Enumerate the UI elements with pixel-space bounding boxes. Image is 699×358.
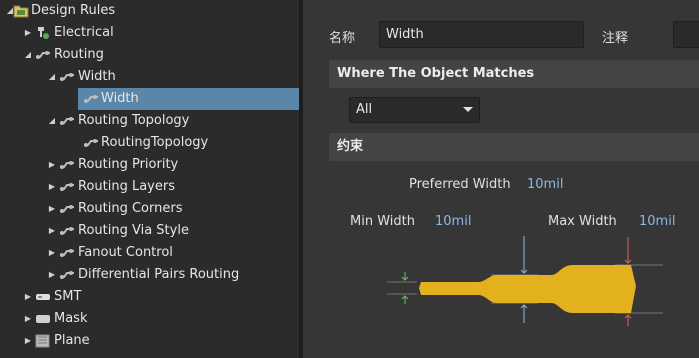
tree-item-label: Routing bbox=[54, 47, 104, 62]
min-top-arrow-icon bbox=[401, 272, 409, 281]
routing-icon bbox=[83, 136, 99, 150]
max-bottom-arrow-icon bbox=[624, 314, 632, 326]
tree-item-label: Mask bbox=[54, 311, 88, 326]
collapsed-arrow-icon[interactable]: ▶ bbox=[22, 286, 34, 308]
width-diagram bbox=[387, 236, 663, 326]
tree-item-label: RoutingTopology bbox=[101, 135, 209, 150]
tree-item-label: SMT bbox=[54, 289, 82, 304]
preferred-width-value[interactable]: 10mil bbox=[527, 177, 563, 192]
tree-item[interactable]: ◢ Design Rules bbox=[0, 0, 299, 22]
tree-item[interactable]: ▶ Routing Layers bbox=[0, 176, 299, 198]
tree-item-label: Fanout Control bbox=[78, 245, 173, 260]
smt-icon bbox=[35, 290, 51, 304]
electrical-icon bbox=[35, 26, 51, 40]
mask-icon bbox=[35, 312, 51, 326]
tree-item-label: Electrical bbox=[54, 25, 114, 40]
tree-item-label: Routing Layers bbox=[78, 179, 175, 194]
width-rule-icon bbox=[83, 92, 99, 106]
routing-icon bbox=[59, 114, 75, 128]
tree-item[interactable]: ▶ Electrical bbox=[0, 22, 299, 44]
tree-item[interactable]: Width bbox=[78, 88, 299, 110]
routing-icon bbox=[59, 224, 75, 238]
folder-rules-icon bbox=[13, 4, 29, 18]
tree-item[interactable]: ▶ Mask bbox=[0, 308, 299, 330]
where-section-header[interactable]: Where The Object Matches bbox=[329, 60, 699, 88]
rules-tree: ◢ Design Rules ▶ Electrical ◢ Routing ◢ Width Wi… bbox=[0, 0, 299, 358]
scope-select[interactable]: All bbox=[349, 97, 480, 123]
tree-item[interactable]: ▶ Differential Pairs Routing bbox=[0, 264, 299, 286]
tree-item-label: Width bbox=[78, 69, 116, 84]
tree-item-label: Routing Topology bbox=[78, 113, 190, 128]
tree-item[interactable]: ▶ Plane bbox=[0, 330, 299, 352]
tree-item[interactable]: ◢ Routing bbox=[0, 44, 299, 66]
collapsed-arrow-icon[interactable]: ▶ bbox=[46, 198, 58, 220]
tree-item[interactable]: ▶ Routing Priority bbox=[0, 154, 299, 176]
tree-item-label: Width bbox=[101, 91, 139, 106]
constraints-section-header[interactable]: 约束 bbox=[329, 133, 699, 161]
scope-select-value: All bbox=[356, 102, 373, 117]
routing-icon bbox=[35, 48, 51, 62]
tree-item[interactable]: ◢ Routing Topology bbox=[0, 110, 299, 132]
tree-item-label: Routing Via Style bbox=[78, 223, 189, 238]
collapsed-arrow-icon[interactable]: ▶ bbox=[22, 330, 34, 352]
tree-item[interactable]: ▶ Routing Corners bbox=[0, 198, 299, 220]
chevron-down-icon bbox=[463, 107, 473, 112]
max-top-arrow-icon bbox=[624, 237, 632, 264]
name-label: 名称 bbox=[329, 31, 356, 46]
collapsed-arrow-icon[interactable]: ▶ bbox=[46, 176, 58, 198]
comment-field[interactable] bbox=[673, 21, 699, 48]
pref-bottom-arrow-icon bbox=[520, 304, 528, 323]
expanded-arrow-icon[interactable]: ◢ bbox=[46, 66, 58, 88]
pref-top-arrow-icon bbox=[520, 236, 528, 274]
routing-icon bbox=[59, 158, 75, 172]
collapsed-arrow-icon[interactable]: ▶ bbox=[46, 242, 58, 264]
tree-item[interactable]: ▶ Fanout Control bbox=[0, 242, 299, 264]
preferred-width-label: Preferred Width bbox=[409, 177, 511, 192]
tree-item-label: Plane bbox=[54, 333, 90, 348]
comment-label: 注释 bbox=[602, 31, 629, 46]
tree-item-label: Design Rules bbox=[31, 3, 116, 18]
tree-item[interactable]: ▶ SMT bbox=[0, 286, 299, 308]
routing-icon bbox=[59, 268, 75, 282]
max-width-label: Max Width bbox=[548, 214, 617, 229]
min-width-label: Min Width bbox=[350, 214, 415, 229]
expanded-arrow-icon[interactable]: ◢ bbox=[46, 110, 58, 132]
plane-icon bbox=[35, 334, 51, 348]
collapsed-arrow-icon[interactable]: ▶ bbox=[46, 220, 58, 242]
collapsed-arrow-icon[interactable]: ▶ bbox=[22, 22, 34, 44]
expanded-arrow-icon[interactable]: ◢ bbox=[22, 44, 34, 66]
tree-item-label: Differential Pairs Routing bbox=[78, 267, 240, 282]
min-bottom-arrow-icon bbox=[401, 295, 409, 304]
collapsed-arrow-icon[interactable]: ▶ bbox=[46, 264, 58, 286]
name-field[interactable]: Width bbox=[379, 21, 584, 48]
track-shape bbox=[419, 265, 636, 313]
routing-icon bbox=[59, 180, 75, 194]
tree-item-label: Routing Priority bbox=[78, 157, 179, 172]
max-width-value[interactable]: 10mil bbox=[639, 214, 675, 229]
collapsed-arrow-icon[interactable]: ▶ bbox=[46, 154, 58, 176]
name-field-value: Width bbox=[386, 27, 424, 42]
routing-icon bbox=[59, 202, 75, 216]
min-width-value[interactable]: 10mil bbox=[435, 214, 471, 229]
rule-editor-panel: 名称 Width 注释 Where The Object Matches All… bbox=[303, 0, 699, 358]
routing-icon bbox=[59, 246, 75, 260]
tree-item[interactable]: RoutingTopology bbox=[0, 132, 299, 154]
tree-item[interactable]: ▶ Routing Via Style bbox=[0, 220, 299, 242]
width-rule-icon bbox=[59, 70, 75, 84]
collapsed-arrow-icon[interactable]: ▶ bbox=[22, 308, 34, 330]
tree-item-label: Routing Corners bbox=[78, 201, 183, 216]
tree-item[interactable]: ◢ Width bbox=[0, 66, 299, 88]
